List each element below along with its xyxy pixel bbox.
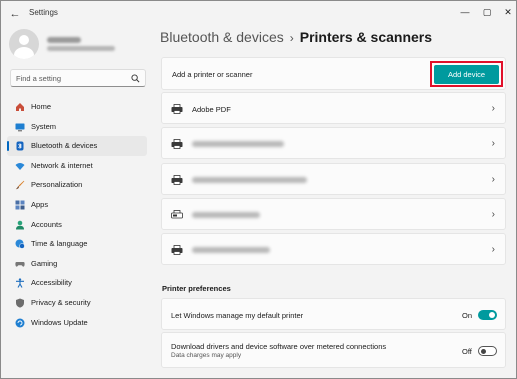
redacted-printer-name [192, 247, 270, 253]
redacted-user-email [47, 46, 115, 51]
avatar [9, 29, 39, 59]
redacted-user-name [47, 37, 81, 43]
redacted-printer-name [192, 141, 284, 147]
update-icon [15, 318, 25, 328]
title-bar: ← Settings — ▢ ✕ [1, 1, 516, 27]
printer-icon [171, 175, 183, 185]
toggle-state-label: Off [462, 347, 472, 356]
printer-row-adobe-pdf[interactable]: Adobe PDF › [161, 92, 506, 124]
sidebar-item-label: Accounts [31, 219, 62, 229]
back-arrow-icon[interactable]: ← [7, 6, 23, 22]
sidebar-item-label: Accessibility [31, 278, 72, 288]
pref-label: Let Windows manage my default printer [171, 311, 304, 320]
printer-row[interactable]: › [161, 198, 506, 230]
breadcrumb-separator: › [289, 31, 294, 45]
settings-window: ← Settings — ▢ ✕ Home Sys [0, 0, 517, 379]
sidebar-item-label: Bluetooth & devices [31, 141, 98, 151]
sidebar-item-label: Gaming [31, 258, 58, 268]
sidebar-item-label: Time & language [31, 239, 88, 249]
sidebar-item-accounts[interactable]: Accounts [7, 215, 147, 235]
person-icon [16, 220, 24, 230]
apps-icon [15, 200, 25, 210]
pref-label: Download drivers and device software ove… [171, 342, 387, 351]
shield-icon [16, 298, 24, 308]
printer-row[interactable]: › [161, 127, 506, 159]
home-icon [16, 103, 24, 111]
monitor-icon [15, 123, 25, 131]
app-title: Settings [29, 8, 58, 17]
add-printer-card: Add a printer or scanner Add device [161, 57, 506, 90]
sidebar-item-label: Apps [31, 199, 49, 209]
sidebar-item-apps[interactable]: Apps [7, 195, 147, 215]
add-device-button[interactable]: Add device [434, 64, 499, 84]
sidebar-item-network[interactable]: Network & internet [7, 156, 147, 176]
printer-name: Adobe PDF [192, 105, 231, 114]
sidebar-item-windows-update[interactable]: Windows Update [7, 313, 147, 333]
search-input[interactable] [16, 73, 126, 84]
printer-row[interactable]: › [161, 163, 506, 195]
globe-clock-icon [15, 239, 25, 249]
sidebar-item-time-language[interactable]: Time & language [7, 234, 147, 254]
accessibility-icon [16, 278, 24, 289]
add-printer-label: Add a printer or scanner [172, 70, 253, 79]
sidebar-nav: Home System Bluetooth & devices Network … [7, 97, 147, 332]
printer-icon [171, 104, 183, 114]
sidebar-item-label: System [31, 121, 57, 131]
minimize-button[interactable]: — [454, 4, 476, 20]
manage-default-printer-toggle[interactable] [478, 310, 497, 320]
gamepad-icon [15, 261, 25, 267]
sidebar-item-label: Network & internet [31, 160, 93, 170]
printer-row[interactable]: › [161, 233, 506, 265]
search-icon[interactable] [131, 73, 140, 84]
sidebar-item-home[interactable]: Home [7, 97, 147, 117]
sidebar-item-bluetooth-devices[interactable]: Bluetooth & devices [7, 136, 147, 156]
redacted-printer-name [192, 177, 307, 183]
metered-connections-toggle[interactable] [478, 346, 497, 356]
wifi-icon [15, 162, 25, 170]
breadcrumb-parent[interactable]: Bluetooth & devices [160, 29, 284, 45]
sidebar-item-privacy-security[interactable]: Privacy & security [7, 293, 147, 313]
chevron-right-icon: › [491, 174, 495, 185]
search-box[interactable] [10, 69, 146, 87]
sidebar-item-label: Windows Update [31, 317, 88, 327]
chevron-right-icon: › [491, 209, 495, 220]
redacted-printer-name [192, 212, 260, 218]
bluetooth-icon [16, 141, 24, 151]
close-button[interactable]: ✕ [497, 4, 516, 20]
sidebar-item-system[interactable]: System [7, 117, 147, 137]
sidebar-item-label: Privacy & security [31, 297, 91, 307]
pref-manage-default-printer: Let Windows manage my default printer On [161, 298, 506, 330]
fax-printer-icon [171, 210, 183, 219]
chevron-right-icon: › [491, 138, 495, 149]
sidebar-item-label: Personalization [31, 180, 83, 190]
pref-sublabel: Data charges may apply [171, 352, 242, 359]
printer-icon [171, 139, 183, 149]
sidebar-item-personalization[interactable]: Personalization [7, 175, 147, 195]
page-title: Printers & scanners [299, 29, 433, 45]
sidebar-item-accessibility[interactable]: Accessibility [7, 273, 147, 293]
chevron-right-icon: › [491, 244, 495, 255]
chevron-right-icon: › [491, 103, 495, 114]
sidebar-item-label: Home [31, 102, 52, 111]
printer-icon [171, 245, 183, 255]
sidebar-item-gaming[interactable]: Gaming [7, 254, 147, 274]
brush-icon [15, 181, 25, 190]
toggle-state-label: On [462, 311, 473, 320]
breadcrumb: Bluetooth & devices › Printers & scanners [160, 29, 432, 49]
section-title: Printer preferences [162, 284, 231, 293]
maximize-button[interactable]: ▢ [476, 4, 498, 20]
pref-metered-connections: Download drivers and device software ove… [161, 332, 506, 368]
